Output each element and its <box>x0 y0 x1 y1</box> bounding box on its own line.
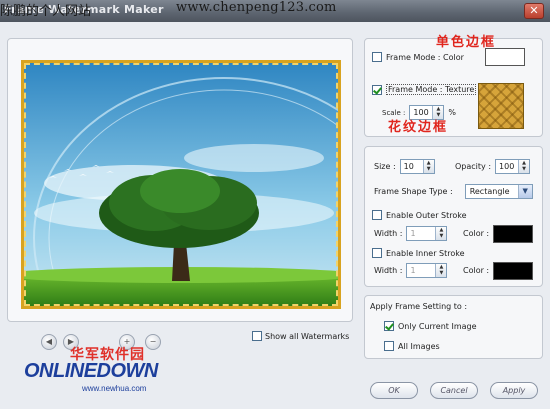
onlinedown-logo: ONLINEDOWN <box>24 360 158 382</box>
cancel-button[interactable]: Cancel <box>430 382 478 399</box>
only-current-checkbox[interactable] <box>384 321 394 331</box>
frame-mode-color-option[interactable]: Frame Mode : Color <box>372 52 464 62</box>
show-all-checkbox[interactable] <box>252 331 262 341</box>
frame-mode-texture-option[interactable]: Frame Mode : Texture <box>372 84 477 95</box>
annotation-solid-frame: 单色边框 <box>436 35 497 50</box>
opacity-value[interactable]: 100 <box>496 160 518 173</box>
frame-mode-texture-label: Frame Mode : Texture <box>386 84 477 95</box>
apply-scope-title: Apply Frame Setting to : <box>370 302 468 311</box>
apply-button[interactable]: Apply <box>490 382 538 399</box>
show-all-watermarks[interactable]: Show all Watermarks <box>252 331 349 341</box>
inner-width-row: Width : 1 ▲ ▼ <box>374 263 448 278</box>
opacity-stepper[interactable]: 100 ▲ ▼ <box>495 159 531 174</box>
size-value[interactable]: 10 <box>401 160 423 173</box>
inner-stroke-label: Enable Inner Stroke <box>386 248 465 258</box>
all-images-option[interactable]: All Images <box>384 341 440 351</box>
outer-width-arrows[interactable]: ▲ ▼ <box>435 227 447 240</box>
show-all-label: Show all Watermarks <box>265 331 350 341</box>
zoom-out-button[interactable]: − <box>145 334 161 350</box>
outer-stroke-option[interactable]: Enable Outer Stroke <box>372 210 467 220</box>
outer-width-row: Width : 1 ▲ ▼ <box>374 226 448 241</box>
all-images-label: All Images <box>398 341 440 351</box>
frame-mode-color-checkbox[interactable] <box>372 52 382 62</box>
logo-url: www.newhua.com <box>82 384 147 393</box>
site-watermark-cn: 陈鹏的个人网站 <box>0 4 92 19</box>
outer-width-value[interactable]: 1 <box>407 227 435 240</box>
size-arrows[interactable]: ▲ ▼ <box>422 160 434 173</box>
opacity-label: Opacity : <box>455 162 492 171</box>
close-button[interactable]: ✕ <box>524 3 544 19</box>
chevron-down-icon[interactable]: ▼ <box>517 185 532 198</box>
frame-color-swatch[interactable] <box>485 48 525 66</box>
inner-width-label: Width : <box>374 266 403 275</box>
scale-unit: % <box>448 108 457 117</box>
annotation-texture-frame: 花纹边框 <box>388 120 449 135</box>
size-label: Size : <box>374 162 396 171</box>
only-current-label: Only Current Image <box>398 321 477 331</box>
shape-type-row: Frame Shape Type : Rectangle ▼ <box>374 184 533 199</box>
size-row: Size : 10 ▲ ▼ <box>374 159 435 174</box>
ok-button[interactable]: OK <box>370 382 418 399</box>
previous-image-button[interactable]: ◀ <box>41 334 57 350</box>
outer-width-label: Width : <box>374 229 403 238</box>
texture-preview-swatch[interactable] <box>478 83 524 129</box>
outer-width-stepper[interactable]: 1 ▲ ▼ <box>406 226 448 241</box>
frame-mode-color-label: Frame Mode : Color <box>386 52 464 62</box>
shape-type-select[interactable]: Rectangle ▼ <box>464 184 533 199</box>
frame-mode-texture-checkbox[interactable] <box>372 84 382 95</box>
inner-width-stepper[interactable]: 1 ▲ ▼ <box>406 263 448 278</box>
opacity-arrows[interactable]: ▲ ▼ <box>518 160 530 173</box>
texture-frame-border <box>24 63 338 306</box>
opacity-row: Opacity : 100 ▲ ▼ <box>455 159 531 174</box>
only-current-option[interactable]: Only Current Image <box>384 321 477 331</box>
inner-stroke-option[interactable]: Enable Inner Stroke <box>372 248 465 258</box>
outer-color-swatch[interactable] <box>493 225 533 243</box>
inner-width-value[interactable]: 1 <box>407 264 435 277</box>
preview-panel <box>7 38 353 322</box>
shape-type-label: Frame Shape Type : <box>374 187 453 196</box>
site-watermark-url: www.chenpeng123.com <box>176 0 337 15</box>
preview-image <box>21 60 341 309</box>
all-images-checkbox[interactable] <box>384 341 394 351</box>
outer-stroke-label: Enable Outer Stroke <box>386 210 467 220</box>
outer-color-label: Color : <box>463 229 490 238</box>
outer-stroke-checkbox[interactable] <box>372 210 382 220</box>
size-stepper[interactable]: 10 ▲ ▼ <box>399 159 435 174</box>
inner-stroke-checkbox[interactable] <box>372 248 382 258</box>
inner-width-arrows[interactable]: ▲ ▼ <box>435 264 447 277</box>
inner-color-label: Color : <box>463 266 490 275</box>
shape-type-value[interactable]: Rectangle <box>466 185 518 198</box>
inner-color-swatch[interactable] <box>493 262 533 280</box>
